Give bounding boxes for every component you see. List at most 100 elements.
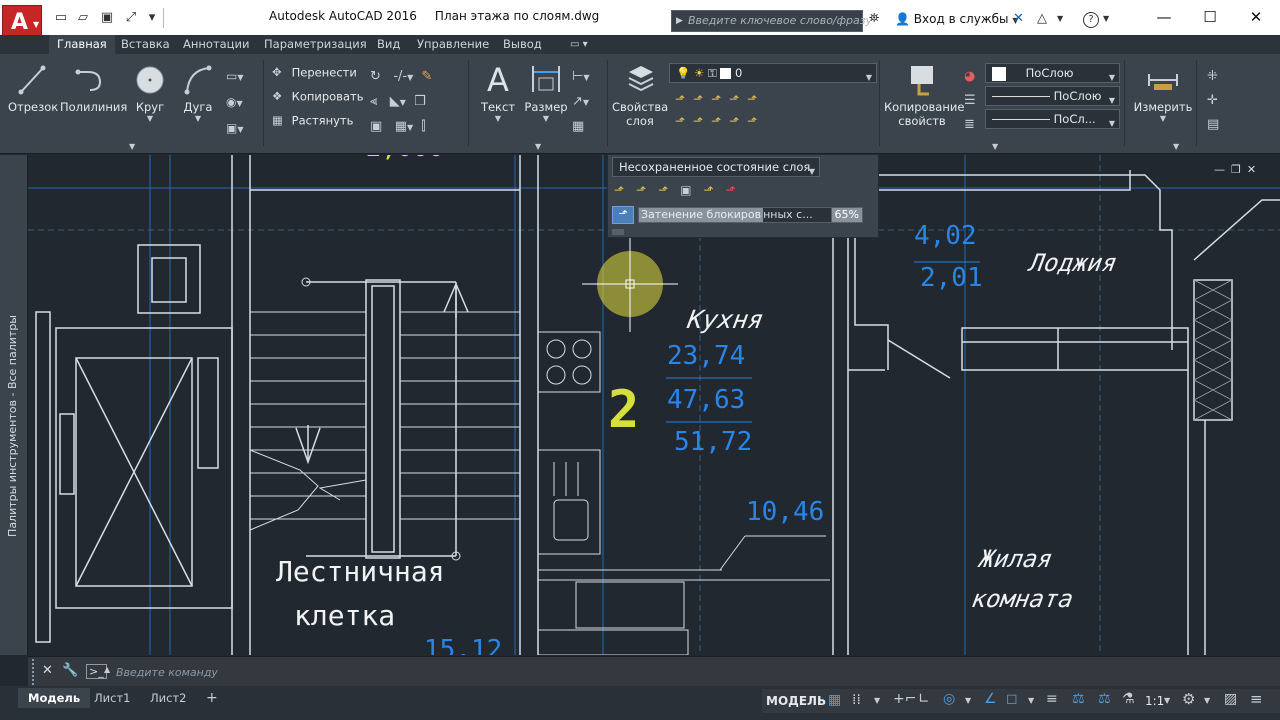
array-icon[interactable]: ▦ — [395, 119, 407, 134]
circle-button[interactable]: Круг ▼ — [132, 62, 168, 123]
tab-manage[interactable]: Управление — [417, 35, 489, 54]
chevron-down-icon[interactable]: ▼ — [965, 696, 971, 705]
grip-handle[interactable] — [32, 659, 40, 685]
open-file-icon[interactable]: ▱ — [74, 10, 92, 26]
offset-icon[interactable]: ⫿ — [421, 119, 425, 134]
snap-icon[interactable]: ⁞⁞ — [852, 692, 861, 708]
binoculars-icon[interactable]: ⛯ — [869, 11, 879, 26]
auto-scale-icon[interactable]: ⚖ — [1098, 691, 1111, 707]
restore-viewport-icon[interactable]: ❐ — [1231, 163, 1247, 176]
mirror-icon[interactable]: ⫷ — [370, 94, 377, 109]
scale-icon[interactable]: ▣ — [370, 119, 382, 134]
table-icon[interactable]: ▦ — [572, 119, 584, 134]
chevron-down-icon[interactable]: ▼ — [1204, 696, 1210, 705]
arc-button[interactable]: Дуга ▼ — [180, 62, 216, 123]
workspace-gear-icon[interactable]: ⚙ — [1182, 690, 1195, 708]
rotate-icon[interactable]: ↻ — [370, 69, 381, 84]
lock-fade-slider[interactable]: Затенение блокиров нных с... 65% — [638, 207, 863, 223]
erase-icon[interactable]: ✎ — [422, 69, 433, 84]
customize-icon[interactable]: 🔧 — [62, 663, 78, 678]
scale-value[interactable]: 1:1 — [1145, 694, 1164, 708]
ribbon-options-icon[interactable]: ▭ ▾ — [570, 35, 588, 54]
isometric-icon[interactable]: ∠ — [984, 691, 997, 707]
trim-icon[interactable]: -/- — [393, 69, 407, 84]
model-space-toggle[interactable]: МОДЕЛЬ — [766, 694, 826, 708]
chevron-down-icon[interactable]: ▼ — [1133, 114, 1193, 123]
tab-parametric[interactable]: Параметризация — [264, 35, 367, 54]
layer-dropdown[interactable]: 💡 ☀ ⚿ 0 ▼ — [669, 63, 877, 83]
tool-palettes-bar[interactable]: Палитры инструментов - Все палитры — [0, 155, 28, 655]
maximize-button[interactable]: ☐ — [1196, 6, 1224, 28]
layer-properties-button[interactable]: Свойства слоя — [612, 62, 668, 128]
tab-output[interactable]: Вывод — [503, 35, 542, 54]
pin-panel-icon[interactable] — [612, 229, 624, 235]
plot-icon[interactable]: ⤢ — [122, 10, 140, 26]
tab-insert[interactable]: Вставка — [121, 35, 170, 54]
exchange-apps-icon[interactable]: ✕ — [1013, 11, 1024, 26]
a360-icon[interactable]: △ — [1037, 11, 1047, 26]
sign-in-button[interactable]: 👤 Вход в службы ▼ — [895, 12, 1019, 26]
search-input[interactable]: ▶ Введите ключевое слово/фразу — [671, 10, 872, 32]
new-file-icon[interactable]: ▭ — [52, 10, 70, 26]
color-dropdown[interactable]: ПоСлою ▼ — [985, 63, 1120, 83]
close-button[interactable]: ✕ — [1242, 6, 1270, 28]
measure-button[interactable]: Измерить ▼ — [1133, 62, 1193, 123]
tab-layout2[interactable]: Лист2 — [140, 688, 196, 708]
grid-icon[interactable]: ▦ — [828, 692, 841, 708]
close-command-icon[interactable]: ✕ — [42, 663, 53, 678]
tab-view[interactable]: Вид — [377, 35, 400, 54]
region-icon[interactable]: ▣▼ — [226, 116, 256, 142]
quick-access-menu-icon[interactable]: ▾ — [143, 10, 161, 26]
match-properties-button[interactable]: Копирование свойств — [884, 62, 964, 128]
add-layout-button[interactable]: + — [196, 688, 228, 708]
chevron-down-icon[interactable]: ▼ — [180, 114, 216, 123]
minimize-button[interactable]: — — [1150, 6, 1178, 28]
leader-icon[interactable]: ↗ — [572, 94, 583, 109]
help-icon[interactable]: ? — [1083, 12, 1099, 28]
layer-tools-row-1[interactable]: ⬏⬏⬏⬏⬏ — [675, 88, 765, 110]
stretch-button[interactable]: ▦ Растянуть — [272, 113, 353, 129]
linear-dimension-icon[interactable]: ⊢ — [572, 69, 583, 84]
layer-tools-row-2[interactable]: ⬏⬏⬏⬏⬏ — [675, 110, 765, 132]
chevron-down-icon[interactable]: ▼ — [478, 114, 518, 123]
copy-button[interactable]: ❖ Копировать — [272, 89, 364, 105]
lineweight-toggle-icon[interactable]: ≡ — [1046, 691, 1058, 707]
minimize-viewport-icon[interactable]: — — [1214, 163, 1231, 176]
line-button[interactable]: Отрезок — [8, 62, 58, 114]
properties-panel-expand-icon[interactable]: ▼ — [992, 142, 998, 151]
object-snap-icon[interactable]: ◻ — [1006, 691, 1018, 707]
chevron-down-icon[interactable]: ▼ — [1164, 696, 1170, 705]
insert-block-icon[interactable]: ⁜ — [1207, 65, 1219, 89]
annotation-panel-expand-icon[interactable]: ▼ — [535, 142, 541, 151]
crosshair-tool-icon[interactable]: ✛ — [1207, 89, 1219, 113]
chevron-down-icon[interactable]: ▼ — [524, 114, 568, 123]
tab-layout1[interactable]: Лист1 — [84, 688, 140, 708]
text-button[interactable]: A Текст ▼ — [478, 62, 518, 123]
customization-menu-icon[interactable]: ≡ — [1250, 690, 1263, 708]
utilities-panel-expand-icon[interactable]: ▼ — [1173, 142, 1179, 151]
dimension-button[interactable]: Размер ▼ — [524, 62, 568, 123]
lineweight-dropdown[interactable]: ПоСл... ▼ — [985, 109, 1120, 129]
draw-panel-expand-icon[interactable]: ▼ — [129, 142, 135, 151]
command-input[interactable]: Введите команду — [110, 663, 1260, 683]
calculator-icon[interactable]: ▤ — [1207, 113, 1219, 137]
tab-home[interactable]: Главная — [49, 35, 115, 54]
explode-icon[interactable]: ❒ — [414, 94, 426, 109]
layer-state-dropdown[interactable]: Несохраненное состояние слоя ▼ — [612, 157, 820, 177]
polar-tracking-icon[interactable]: ◎ — [943, 691, 955, 707]
annotation-visibility-icon[interactable]: ⚖ — [1072, 691, 1085, 707]
chevron-down-icon[interactable]: ▼ — [874, 696, 880, 705]
lock-fade-toggle[interactable]: ⬏ — [612, 206, 634, 224]
chevron-down-icon[interactable]: ▼ — [132, 114, 168, 123]
save-icon[interactable]: ▣ — [98, 10, 116, 26]
infer-constraints-icon[interactable]: +⌐ — [893, 691, 916, 707]
hatch-icon[interactable]: ◉▼ — [226, 90, 256, 116]
tab-annotate[interactable]: Аннотации — [183, 35, 249, 54]
polyline-button[interactable]: Полилиния — [60, 62, 127, 114]
rectangle-icon[interactable]: ▭▼ — [226, 64, 256, 90]
layer-state-tools[interactable]: ⬏⬏⬏▣⬏⬏ — [614, 183, 748, 197]
ortho-icon[interactable]: ∟ — [918, 691, 930, 707]
annotation-scale-icon[interactable]: ⚗ — [1122, 691, 1135, 707]
isolate-objects-icon[interactable]: ▨ — [1224, 691, 1237, 707]
fillet-icon[interactable]: ◣ — [390, 94, 400, 109]
